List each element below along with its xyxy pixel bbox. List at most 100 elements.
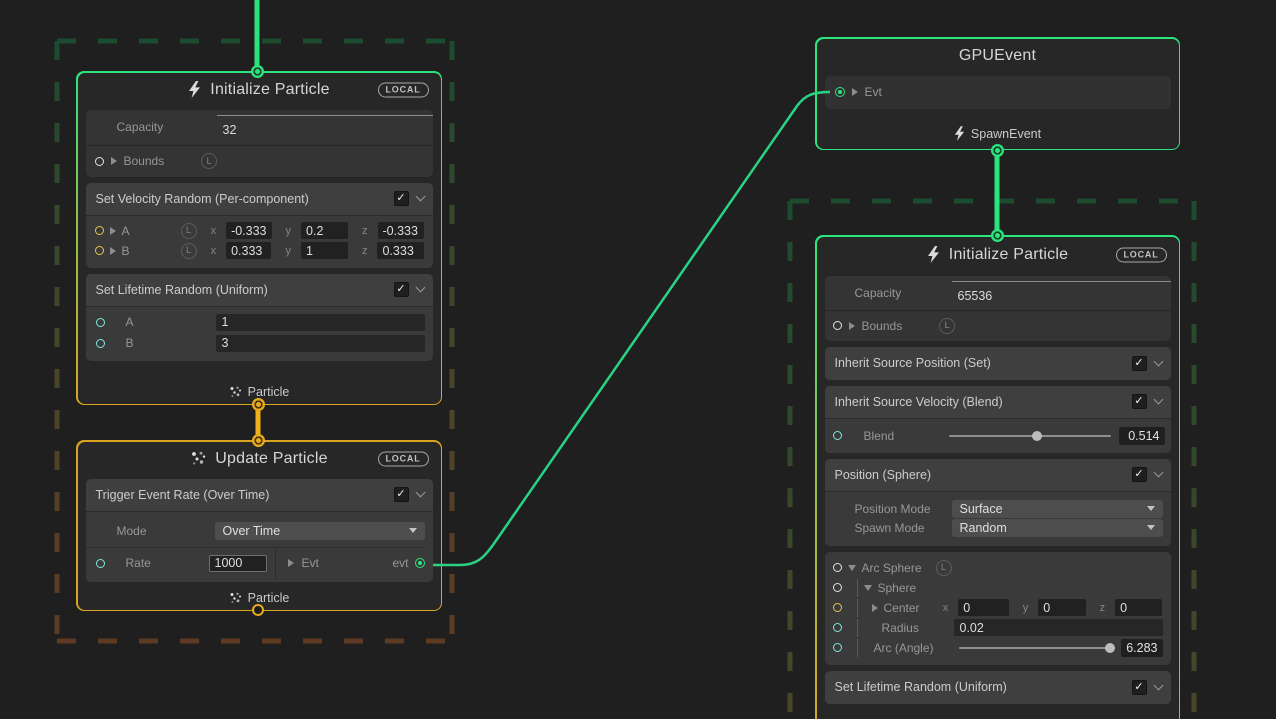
- port-a[interactable]: [96, 318, 105, 327]
- block-trigger-event-rate[interactable]: Trigger Event Rate (Over Time) Mode Over…: [86, 479, 433, 582]
- block-inherit-source-position[interactable]: Inherit Source Position (Set): [825, 347, 1171, 380]
- node-title: Initialize Particle: [949, 246, 1068, 264]
- node-initialize-particle-right[interactable]: Initialize Particle LOCAL Capacity 65536…: [815, 235, 1180, 719]
- block-position-sphere[interactable]: Position (Sphere) Position Mode Surface …: [825, 459, 1171, 546]
- particle-icon: [229, 386, 242, 398]
- collapse-chevron-icon[interactable]: [1153, 395, 1163, 405]
- row-label: B: [122, 244, 175, 258]
- block-set-lifetime-random[interactable]: Set Lifetime Random (Uniform) A 1 B 3: [86, 274, 433, 361]
- block-inherit-source-velocity[interactable]: Inherit Source Velocity (Blend) Blend 0.…: [825, 386, 1171, 453]
- dropdown-arrow-icon: [409, 528, 417, 533]
- mode-dropdown[interactable]: Over Time: [215, 522, 425, 540]
- bounds-port[interactable]: [833, 321, 842, 330]
- spawn-mode-dropdown[interactable]: Random: [952, 519, 1163, 537]
- left-init-output-anchor[interactable]: [252, 398, 265, 411]
- rate-port[interactable]: [96, 559, 105, 568]
- block-title: Inherit Source Position (Set): [835, 356, 1132, 370]
- collapse-chevron-icon[interactable]: [1153, 680, 1163, 690]
- arc-angle-slider[interactable]: [959, 642, 1115, 654]
- collapse-chevron-icon[interactable]: [415, 283, 425, 293]
- update-input-anchor[interactable]: [252, 434, 265, 447]
- blend-port[interactable]: [833, 431, 842, 440]
- radius-field[interactable]: 0.02: [954, 619, 1163, 636]
- blend-slider[interactable]: [949, 430, 1111, 442]
- collapse-chevron-icon[interactable]: [1153, 468, 1163, 478]
- local-space-toggle[interactable]: L: [201, 153, 217, 169]
- center-x-field[interactable]: 0: [958, 599, 1009, 616]
- node-gpuevent[interactable]: GPUEvent Evt SpawnEvent: [815, 37, 1180, 150]
- bounds-port[interactable]: [95, 157, 104, 166]
- spawn-mode-label: Spawn Mode: [855, 521, 952, 535]
- evt-input-port[interactable]: [835, 87, 845, 97]
- a-field[interactable]: 1: [216, 314, 425, 331]
- blend-value[interactable]: 0.514: [1119, 427, 1165, 445]
- block-enabled-checkbox[interactable]: [394, 487, 409, 502]
- x-field[interactable]: 0.333: [226, 242, 271, 259]
- lightning-icon: [954, 126, 965, 141]
- expand-arrow-icon[interactable]: [849, 322, 855, 330]
- block-enabled-checkbox[interactable]: [1132, 394, 1147, 409]
- expand-arrow-icon: [288, 559, 294, 567]
- evt-output-port[interactable]: [415, 558, 425, 568]
- x-field[interactable]: -0.333: [226, 222, 271, 239]
- expand-arrow-icon[interactable]: [111, 157, 117, 165]
- local-space-toggle[interactable]: L: [936, 560, 952, 576]
- arc-angle-value[interactable]: 6.283: [1121, 639, 1162, 657]
- center-port[interactable]: [833, 603, 842, 612]
- block-set-velocity-random[interactable]: Set Velocity Random (Per-component) A L …: [86, 183, 433, 268]
- capacity-label: Capacity: [117, 120, 217, 134]
- arc-sphere-port[interactable]: [833, 563, 842, 572]
- evt-label: Evt: [302, 556, 319, 570]
- local-space-toggle[interactable]: L: [181, 243, 197, 259]
- collapse-arrow-icon[interactable]: [864, 585, 872, 591]
- block-enabled-checkbox[interactable]: [1132, 356, 1147, 371]
- expand-arrow-icon[interactable]: [110, 227, 116, 235]
- rate-field[interactable]: 1000: [209, 555, 267, 572]
- collapse-chevron-icon[interactable]: [1153, 356, 1163, 366]
- port-b[interactable]: [95, 246, 104, 255]
- position-mode-label: Position Mode: [855, 502, 952, 516]
- capacity-field[interactable]: 65536: [952, 281, 1171, 305]
- arc-angle-port[interactable]: [833, 643, 842, 652]
- position-mode-dropdown[interactable]: Surface: [952, 500, 1163, 518]
- node-header[interactable]: Initialize Particle LOCAL: [817, 237, 1179, 273]
- expand-arrow-icon[interactable]: [110, 247, 116, 255]
- right-init-input-anchor[interactable]: [991, 229, 1004, 242]
- port-a[interactable]: [95, 226, 104, 235]
- z-field[interactable]: -0.333: [378, 222, 425, 239]
- y-field[interactable]: 1: [301, 242, 348, 259]
- dropdown-arrow-icon: [1147, 525, 1155, 530]
- collapse-arrow-icon[interactable]: [848, 565, 856, 571]
- collapse-chevron-icon[interactable]: [415, 488, 425, 498]
- node-header[interactable]: Update Particle LOCAL: [78, 442, 441, 476]
- block-enabled-checkbox[interactable]: [394, 282, 409, 297]
- block-enabled-checkbox[interactable]: [394, 191, 409, 206]
- y-field[interactable]: 0.2: [301, 222, 348, 239]
- center-y-field[interactable]: 0: [1038, 599, 1085, 616]
- update-output-anchor[interactable]: [252, 604, 264, 616]
- radius-port[interactable]: [833, 623, 842, 632]
- node-header[interactable]: Initialize Particle LOCAL: [78, 73, 441, 107]
- local-space-toggle[interactable]: L: [181, 223, 197, 239]
- expand-arrow-icon[interactable]: [872, 604, 878, 612]
- b-field[interactable]: 3: [216, 335, 425, 352]
- center-z-field[interactable]: 0: [1115, 599, 1162, 616]
- left-init-input-anchor[interactable]: [251, 65, 264, 78]
- gpuevent-output-anchor[interactable]: [991, 144, 1004, 157]
- edge-evt-to-gpuevent[interactable]: [433, 92, 830, 565]
- node-update-particle[interactable]: Update Particle LOCAL Trigger Event Rate…: [76, 440, 442, 611]
- collapse-chevron-icon[interactable]: [415, 192, 425, 202]
- block-enabled-checkbox[interactable]: [1132, 680, 1147, 695]
- node-initialize-particle-left[interactable]: Initialize Particle LOCAL Capacity 32 Bo…: [76, 71, 442, 405]
- z-field[interactable]: 0.333: [377, 242, 424, 259]
- vfx-graph-canvas[interactable]: Initialize Particle LOCAL Capacity 32 Bo…: [0, 0, 1276, 719]
- capacity-field[interactable]: 32: [217, 115, 433, 139]
- local-space-toggle[interactable]: L: [939, 318, 955, 334]
- block-enabled-checkbox[interactable]: [1132, 467, 1147, 482]
- port-b[interactable]: [96, 339, 105, 348]
- node-header[interactable]: GPUEvent: [817, 39, 1179, 73]
- bounds-label: Bounds: [124, 154, 165, 168]
- arc-sphere-label: Arc Sphere: [862, 561, 922, 575]
- block-set-lifetime-random[interactable]: Set Lifetime Random (Uniform): [825, 671, 1171, 704]
- sphere-port[interactable]: [833, 583, 842, 592]
